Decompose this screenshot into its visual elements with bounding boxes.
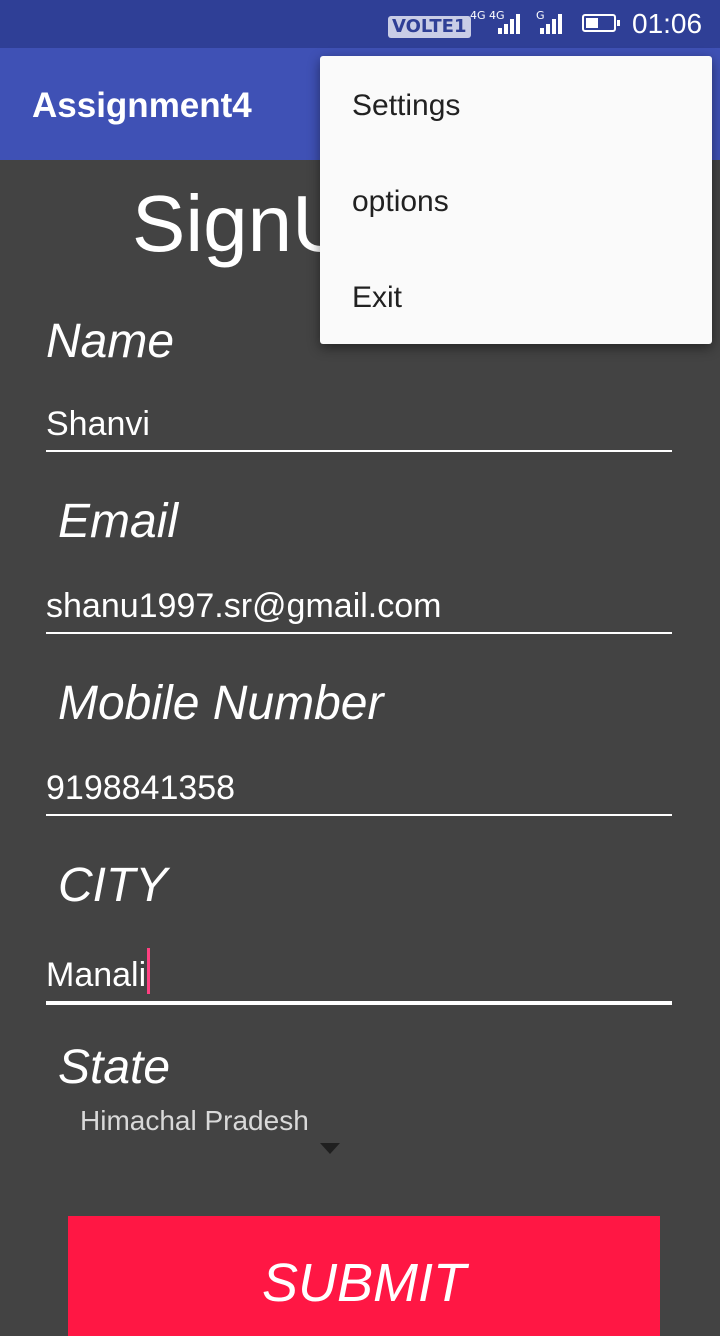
network-type-1: 4G — [470, 9, 486, 22]
name-label: Name — [46, 315, 175, 368]
submit-button[interactable]: SUBMIT — [68, 1216, 660, 1336]
overflow-menu: Settings options Exit — [320, 56, 712, 344]
mobile-label: Mobile Number — [58, 677, 384, 730]
app-title: Assignment4 — [32, 86, 252, 125]
email-label: Email — [58, 495, 179, 548]
city-label: CITY — [58, 859, 168, 912]
menu-item-options[interactable]: options — [320, 154, 712, 250]
battery-icon — [582, 14, 620, 32]
city-field[interactable]: Manali — [46, 948, 672, 1005]
text-cursor — [147, 948, 151, 994]
city-value: Manali — [46, 956, 147, 994]
status-bar: VOLTE1 4G 4G G 01:06 — [0, 0, 720, 48]
mobile-field[interactable]: 9198841358 — [46, 766, 672, 816]
state-label: State — [58, 1041, 171, 1094]
clock: 01:06 — [632, 8, 703, 39]
email-field[interactable]: shanu1997.sr@gmail.com — [46, 584, 672, 634]
name-field[interactable]: Shanvi — [46, 402, 672, 452]
volte-badge: VOLTE1 — [388, 16, 471, 38]
signal-1-icon — [498, 12, 526, 34]
menu-item-exit[interactable]: Exit — [320, 250, 712, 346]
state-selected-value: Himachal Pradesh — [80, 1105, 309, 1136]
signal-2-icon — [540, 12, 568, 34]
dropdown-arrow-icon — [320, 1143, 340, 1154]
menu-item-settings[interactable]: Settings — [320, 58, 712, 154]
